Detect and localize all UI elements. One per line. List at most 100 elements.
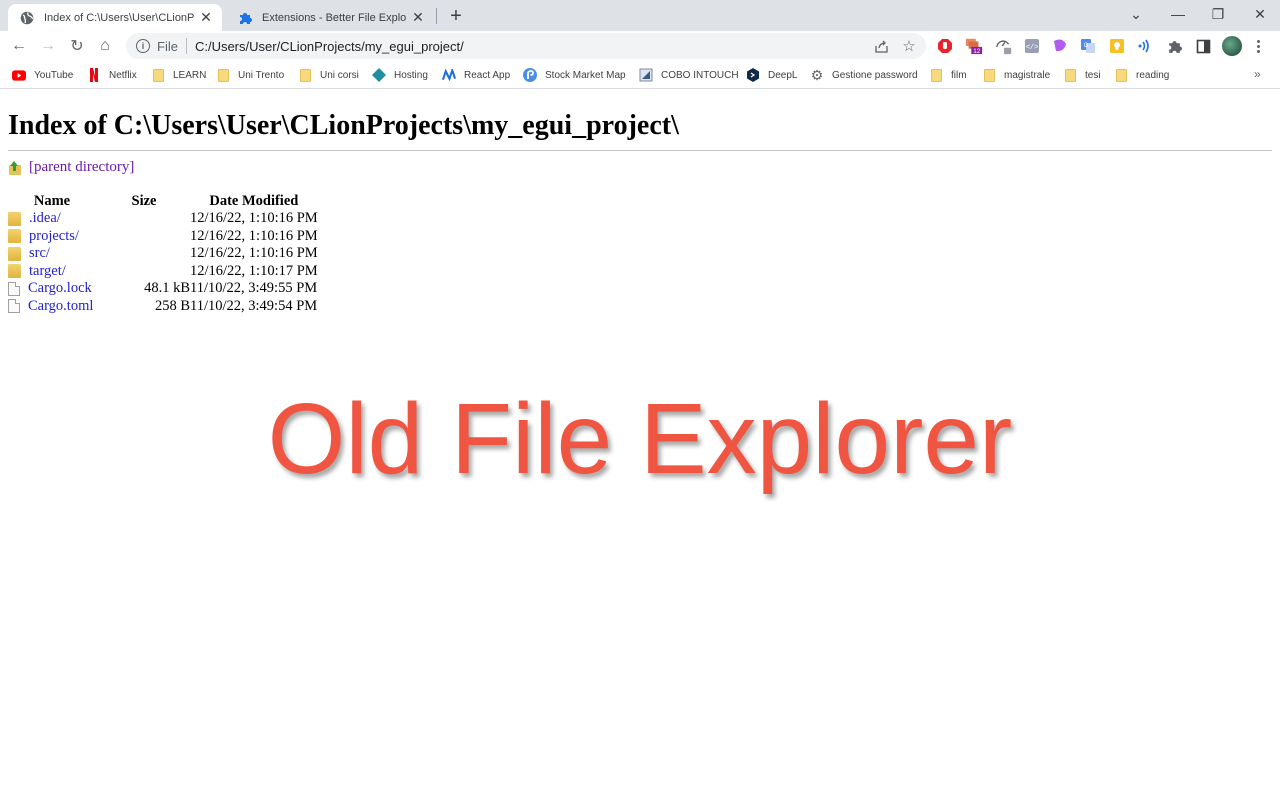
side-panel-icon[interactable] — [1194, 37, 1212, 55]
bookmark-react-app[interactable]: React App — [442, 66, 510, 84]
close-window-button[interactable]: ✕ — [1248, 4, 1272, 24]
svg-text:G: G — [1084, 43, 1089, 49]
url-text[interactable]: C:/Users/User/CLionProjects/my_egui_proj… — [195, 39, 464, 54]
table-row: src/ 12/16/22, 1:10:16 PM — [6, 245, 318, 263]
folder-icon — [8, 264, 21, 279]
omnibox-divider — [185, 38, 187, 54]
address-bar[interactable]: i File C:/Users/User/CLionProjects/my_eg… — [126, 33, 926, 59]
entry-link[interactable]: Cargo.lock — [28, 280, 92, 297]
bookmark-hosting[interactable]: Hosting — [372, 66, 428, 84]
restore-button[interactable]: ❐ — [1206, 4, 1230, 24]
tab-extensions[interactable]: Extensions - Better File Explorer for Ch… — [226, 4, 434, 31]
entry-link[interactable]: target/ — [29, 263, 66, 280]
bookmark-tesi[interactable]: tesi — [1063, 66, 1101, 84]
folder-icon — [1114, 68, 1128, 82]
entry-size — [98, 263, 190, 281]
tab-title: Extensions - Better File Explorer for Ch… — [262, 11, 406, 24]
bookmarks-overflow-button[interactable]: » — [1254, 67, 1261, 81]
bookmark-deepl[interactable]: DeepL — [746, 66, 797, 84]
bookmark-magistrale[interactable]: magistrale — [982, 66, 1050, 84]
new-tab-button[interactable]: + — [446, 5, 466, 27]
entry-link[interactable]: projects/ — [29, 228, 79, 245]
bookmark-label: DeepL — [768, 69, 798, 81]
file-icon — [8, 281, 20, 296]
netflix-icon — [87, 68, 101, 82]
share-icon[interactable] — [871, 36, 891, 56]
entry-date: 12/16/22, 1:10:16 PM — [190, 245, 318, 262]
column-header-name[interactable]: Name — [6, 192, 98, 210]
translate-extension-icon[interactable]: G — [1079, 37, 1097, 55]
bookmark-label: Gestione password — [832, 69, 918, 81]
tabs-extension-icon[interactable]: 12 — [965, 37, 983, 55]
entry-size — [98, 228, 190, 246]
entry-size: 258 B — [154, 297, 190, 314]
bookmark-label: Hosting — [394, 69, 428, 81]
home-button[interactable]: ⌂ — [94, 35, 116, 57]
speed-extension-icon[interactable] — [995, 37, 1013, 55]
puzzle-icon — [237, 10, 253, 26]
bookmark-label: Uni corsi — [320, 69, 359, 81]
tab-search-button[interactable]: ⌄ — [1124, 4, 1148, 24]
column-header-size[interactable]: Size — [98, 192, 190, 210]
bookmark-label: Stock Market Map — [545, 69, 626, 81]
tab-index[interactable]: Index of C:\Users\User\CLionProjects\my_… — [8, 4, 222, 31]
cobo-icon — [639, 68, 653, 82]
bookmark-label: COBO INTOUCH — [661, 69, 739, 81]
bookmark-film[interactable]: film — [929, 66, 967, 84]
table-row: target/ 12/16/22, 1:10:17 PM — [6, 263, 318, 281]
folder-icon — [8, 246, 21, 261]
info-icon[interactable]: i — [136, 39, 150, 53]
back-button[interactable]: ← — [8, 35, 30, 57]
extensions-puzzle-icon[interactable] — [1165, 37, 1183, 55]
bookmark-uni-corsi[interactable]: Uni corsi — [298, 66, 359, 84]
bookmark-reading[interactable]: reading — [1114, 66, 1169, 84]
bookmark-youtube[interactable]: YouTube — [12, 66, 73, 84]
entry-date: 12/16/22, 1:10:17 PM — [190, 262, 318, 279]
entry-link[interactable]: Cargo.toml — [28, 298, 93, 315]
folder-icon — [929, 68, 943, 82]
gear-icon: ⚙ — [810, 66, 824, 83]
bookmark-stock-market-map[interactable]: Stock Market Map — [523, 66, 626, 84]
bookmark-learn[interactable]: LEARN — [151, 66, 206, 84]
heading-divider — [8, 150, 1272, 151]
close-tab-icon[interactable]: ✕ — [198, 9, 214, 26]
keep-extension-icon[interactable] — [1108, 37, 1126, 55]
column-header-date[interactable]: Date Modified — [190, 192, 318, 210]
entry-link[interactable]: src/ — [29, 245, 50, 262]
bookmark-cobo-intouch[interactable]: COBO INTOUCH — [639, 66, 739, 84]
close-tab-icon[interactable]: ✕ — [410, 9, 426, 26]
globe-icon — [19, 10, 35, 26]
bookmark-star-icon[interactable]: ☆ — [899, 36, 919, 56]
svg-text:12: 12 — [973, 48, 981, 55]
code-extension-icon[interactable]: </> — [1023, 37, 1041, 55]
forward-button[interactable]: → — [37, 35, 59, 57]
deepl-icon — [746, 68, 760, 82]
up-folder-icon — [8, 160, 22, 175]
purple-extension-icon[interactable] — [1051, 37, 1069, 55]
profile-avatar[interactable] — [1222, 36, 1242, 56]
adblock-extension-icon[interactable] — [936, 37, 954, 55]
bookmark-label: magistrale — [1004, 69, 1051, 81]
browser-menu-icon[interactable] — [1253, 36, 1263, 56]
react-icon — [442, 68, 456, 82]
bookmark-netflix[interactable]: Netflix — [87, 66, 137, 84]
minimize-button[interactable]: — — [1166, 4, 1190, 24]
reload-button[interactable]: ↻ — [66, 35, 88, 57]
table-row: .idea/ 12/16/22, 1:10:16 PM — [6, 210, 318, 228]
table-row: Cargo.lock 48.1 kB 11/10/22, 3:49:55 PM — [6, 280, 318, 298]
tab-strip: Index of C:\Users\User\CLionProjects\my_… — [0, 0, 1280, 31]
wifi-extension-icon[interactable] — [1136, 37, 1154, 55]
bookmark-uni-trento[interactable]: Uni Trento — [216, 66, 284, 84]
entry-link[interactable]: .idea/ — [29, 210, 61, 227]
bookmark-gestione-password[interactable]: ⚙ Gestione password — [810, 66, 918, 84]
youtube-icon — [12, 68, 26, 82]
file-icon — [8, 299, 20, 314]
tab-separator — [436, 8, 437, 24]
svg-text:</>: </> — [1026, 44, 1039, 52]
table-row: Cargo.toml 258 B 11/10/22, 3:49:54 PM — [6, 298, 318, 316]
parent-directory-link[interactable]: [parent directory] — [29, 159, 134, 176]
toolbar: ← → ↻ ⌂ i File C:/Users/User/CLionProjec… — [0, 31, 1280, 61]
bookmarks-bar: YouTube Netflix LEARN Uni Trento Uni cor… — [0, 61, 1280, 89]
bookmark-label: reading — [1136, 69, 1170, 81]
folder-icon — [8, 229, 21, 244]
